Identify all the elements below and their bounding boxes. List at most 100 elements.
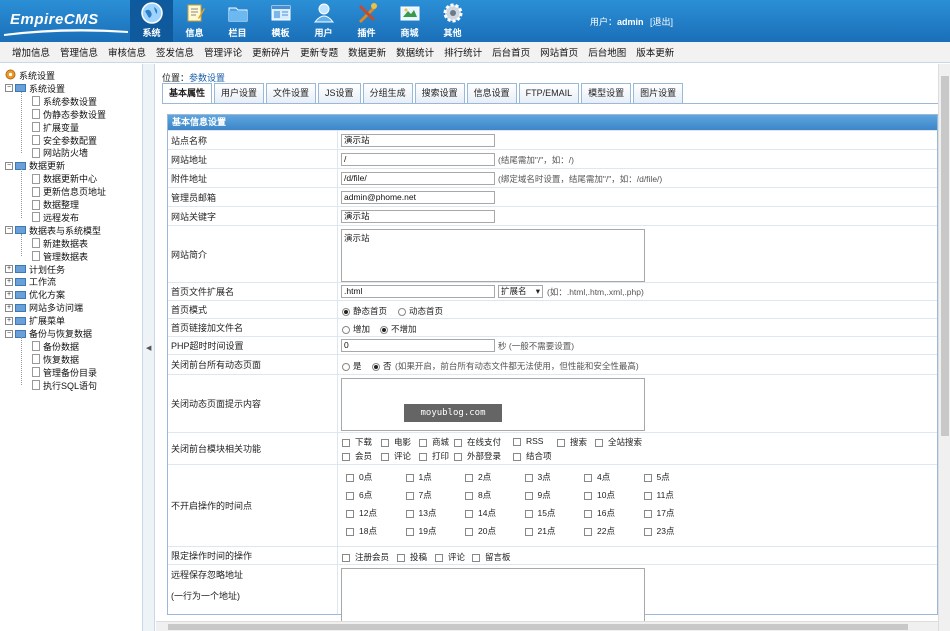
ext-select[interactable]: 扩展名 ▾ [498,285,543,298]
collapse-icon[interactable]: − [5,329,13,338]
scroll-thumb[interactable] [941,76,949,436]
tree-item[interactable]: 管理数据表 [32,250,88,263]
nav-item-other[interactable]: 其他 [431,0,474,42]
hour-checkbox[interactable]: 18点 [346,525,377,537]
tree-item[interactable]: 执行SQL语句 [32,379,97,392]
hour-checkbox[interactable]: 22点 [584,525,615,537]
tab-item[interactable]: 文件设置 [266,83,317,103]
submenu-item[interactable]: 审核信息 [108,45,146,59]
expand-icon[interactable]: + [5,277,13,286]
vertical-scrollbar[interactable] [938,64,950,631]
hour-checkbox[interactable]: 3点 [524,471,551,483]
nav-item-system[interactable]: 系统 [130,0,173,42]
tree-item[interactable]: 更新信息页地址 [32,185,106,198]
tree-group[interactable]: − 系统设置 [5,82,65,95]
tree-item[interactable]: 安全参数配置 [32,134,97,147]
hour-checkbox[interactable]: 0点 [346,471,372,483]
submenu-item[interactable]: 更新碎片 [252,45,290,59]
hour-checkbox[interactable]: 5点 [643,471,670,483]
static-index-radio[interactable]: 静态首页 [342,305,387,317]
tree-group[interactable]: + 工作流 [5,275,56,288]
submenu-item[interactable]: 排行统计 [444,45,482,59]
horizontal-scrollbar[interactable] [156,621,938,631]
submenu-item[interactable]: 管理信息 [60,45,98,59]
logo[interactable]: EmpireCMS [4,6,128,36]
hour-checkbox[interactable]: 10点 [584,489,615,501]
tree-group[interactable]: + 网站多访问端 [5,301,83,314]
limit-op-checkbox[interactable]: 注册会员 [342,551,389,563]
tree-item[interactable]: 伪静态参数设置 [32,108,106,121]
hour-checkbox[interactable]: 14点 [465,507,496,519]
tree-group[interactable]: − 数据更新 [5,159,65,172]
submenu-item[interactable]: 网站首页 [540,45,578,59]
submenu-item[interactable]: 更新专题 [300,45,338,59]
tree-item[interactable]: 恢复数据 [32,353,79,366]
module-checkbox[interactable]: 搜索 [557,436,587,448]
module-checkbox[interactable]: 在线支付 [454,436,501,448]
module-checkbox[interactable]: 打印 [419,450,449,462]
nav-item-shop[interactable]: 商城 [388,0,431,42]
tree-item[interactable]: 备份数据 [32,340,79,353]
tree-group[interactable]: − 备份与恢复数据 [5,327,92,340]
limit-op-checkbox[interactable]: 投稿 [397,551,427,563]
hour-checkbox[interactable]: 20点 [465,525,496,537]
logout-link[interactable]: [退出] [650,17,673,27]
collapse-arrow-icon[interactable]: ◀ [146,344,151,352]
admin-email-input[interactable]: admin@phome.net [341,191,495,204]
tree-item[interactable]: 系统参数设置 [32,95,97,108]
no-add-filename-radio[interactable]: 不增加 [380,323,417,335]
module-checkbox[interactable]: 电影 [381,436,411,448]
hour-checkbox[interactable]: 7点 [405,489,432,501]
tree-root[interactable]: 系统设置 [5,69,55,82]
module-checkbox[interactable]: 下载 [342,436,372,448]
module-checkbox[interactable]: 结合项 [513,450,552,462]
sidebar-splitter[interactable]: ◀ [143,64,155,631]
hour-checkbox[interactable]: 4点 [584,471,610,483]
tab-item[interactable]: 用户设置 [214,83,265,103]
tree-item[interactable]: 数据更新中心 [32,172,97,185]
tree-group[interactable]: − 数据表与系统模型 [5,224,101,237]
module-checkbox[interactable]: 会员 [342,450,372,462]
dynamic-index-radio[interactable]: 动态首页 [398,305,443,317]
tree-group[interactable]: + 计划任务 [5,263,65,276]
php-timeout-input[interactable]: 0 [341,339,495,352]
hour-checkbox[interactable]: 8点 [465,489,491,501]
tree-group[interactable]: + 扩展菜单 [5,314,65,327]
close-dynamic-no-radio[interactable]: 否 [372,360,392,372]
add-filename-radio[interactable]: 增加 [342,323,370,335]
hour-checkbox[interactable]: 1点 [405,471,432,483]
hour-checkbox[interactable]: 16点 [584,507,615,519]
module-checkbox[interactable]: 外部登录 [454,450,501,462]
hour-checkbox[interactable]: 2点 [465,471,491,483]
tree-item[interactable]: 网站防火墙 [32,146,88,159]
tab-item[interactable]: 分组生成 [362,83,413,103]
limit-op-checkbox[interactable]: 留言板 [472,551,511,563]
submenu-item[interactable]: 数据更新 [348,45,386,59]
module-checkbox[interactable]: 评论 [381,450,411,462]
tab-item[interactable]: 基本属性 [162,83,213,103]
submenu-item[interactable]: 管理评论 [204,45,242,59]
expand-icon[interactable]: + [5,303,13,312]
collapse-icon[interactable]: − [5,84,13,93]
hour-checkbox[interactable]: 17点 [643,507,674,519]
hour-checkbox[interactable]: 21点 [524,525,555,537]
tab-item[interactable]: 搜索设置 [414,83,465,103]
site-name-input[interactable]: 演示站 [341,134,495,147]
hour-checkbox[interactable]: 13点 [405,507,436,519]
module-checkbox[interactable]: RSS [513,436,543,446]
hour-checkbox[interactable]: 9点 [524,489,551,501]
expand-icon[interactable]: + [5,265,13,273]
submenu-item[interactable]: 版本更新 [636,45,674,59]
site-url-input[interactable]: / [341,153,495,166]
hour-checkbox[interactable]: 12点 [346,507,377,519]
tab-item[interactable]: 模型设置 [581,83,632,103]
expand-icon[interactable]: + [5,316,13,325]
submenu-item[interactable]: 数据统计 [396,45,434,59]
collapse-icon[interactable]: − [5,226,13,235]
expand-icon[interactable]: + [5,290,13,299]
tab-item[interactable]: JS设置 [318,83,361,103]
tree-item[interactable]: 扩展变量 [32,121,79,134]
scroll-thumb[interactable] [168,624,908,630]
limit-op-checkbox[interactable]: 评论 [435,551,465,563]
nav-item-info[interactable]: 信息 [173,0,216,42]
